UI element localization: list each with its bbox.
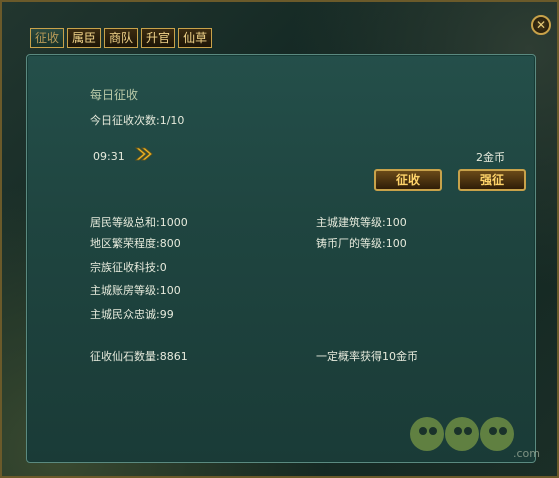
svg-text:.com: .com (513, 447, 540, 460)
daily-count: 今日征收次数:1/10 (90, 114, 185, 127)
stat-buildings: 主城建筑等级:100 (316, 216, 407, 229)
stat-mint: 铸币厂的等级:100 (316, 237, 407, 250)
collect-window: ✕ 征收 属臣 商队 升官 仙草 每日征收 今日征收次数:1/10 09:31 … (0, 0, 559, 478)
close-icon: ✕ (535, 18, 547, 32)
stat-clan-tech: 宗族征收科技:0 (90, 261, 167, 274)
gold-chance: 一定概率获得10金币 (316, 350, 418, 363)
tab-promotion[interactable]: 升官 (141, 28, 176, 48)
force-collect-button[interactable]: 强征 (458, 169, 526, 191)
double-arrow-icon[interactable] (135, 147, 153, 161)
close-button[interactable]: ✕ (531, 15, 551, 35)
tab-herbs[interactable]: 仙草 (178, 28, 213, 48)
stone-count: 征收仙石数量:8861 (90, 350, 188, 363)
tab-caravan[interactable]: 商队 (104, 28, 139, 48)
force-cost: 2金币 (476, 151, 505, 164)
tab-vassals[interactable]: 属臣 (67, 28, 102, 48)
tab-bar: 征收 属臣 商队 升官 仙草 (30, 28, 213, 50)
timer: 09:31 (93, 150, 125, 163)
stat-prosperity: 地区繁荣程度:800 (90, 237, 181, 250)
stat-residents: 居民等级总和:1000 (90, 216, 188, 229)
stat-loyalty: 主城民众忠诚:99 (90, 308, 174, 321)
watermark-logo: .com (410, 417, 540, 460)
stat-accounting: 主城账房等级:100 (90, 284, 181, 297)
collect-button[interactable]: 征收 (374, 169, 442, 191)
tab-collect[interactable]: 征收 (30, 28, 65, 48)
panel-title: 每日征收 (90, 88, 139, 102)
collect-panel: 每日征收 今日征收次数:1/10 09:31 2金币 征收 强征 居民等级总和:… (26, 54, 536, 463)
